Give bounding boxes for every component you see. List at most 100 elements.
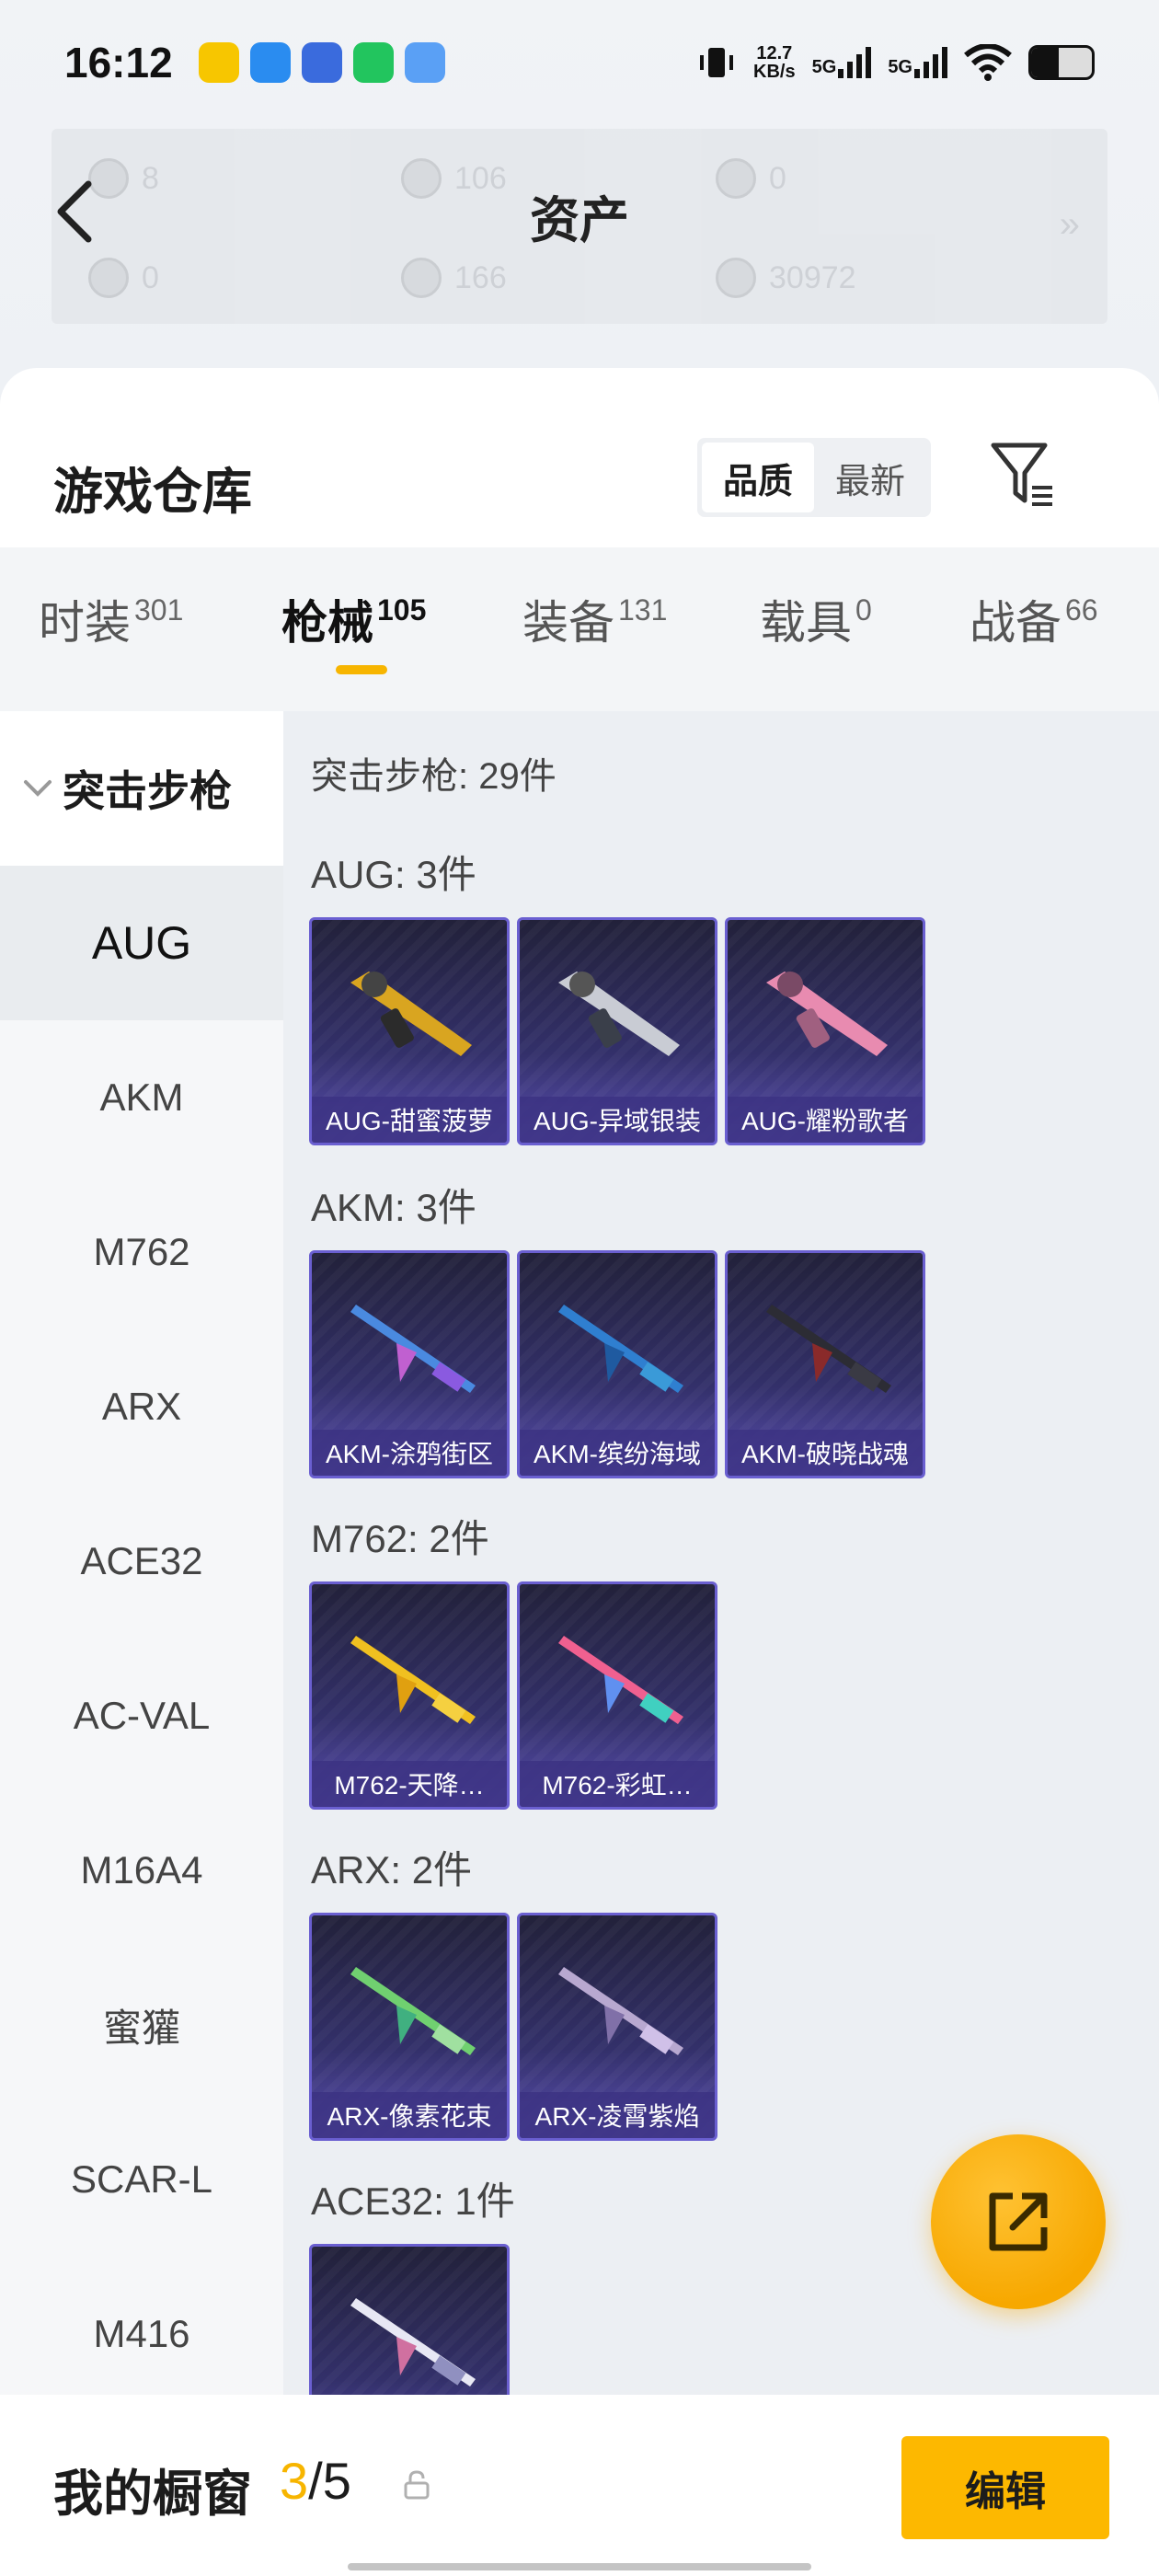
page-title: 资产 bbox=[530, 193, 629, 248]
sidebar-category-assault-rifle[interactable]: 突击步枪 bbox=[0, 711, 283, 866]
group-title-m762: M762: 2件 bbox=[311, 1517, 489, 1560]
gem-icon bbox=[401, 258, 442, 298]
skin-card[interactable] bbox=[309, 2244, 510, 2395]
app-notification-icon-2 bbox=[404, 41, 445, 83]
skin-card[interactable]: AKM-涂鸦街区 bbox=[309, 1250, 510, 1478]
sort-toggle: 品质 最新 bbox=[697, 438, 931, 517]
sidebar-item-ac-val[interactable]: AC-VAL bbox=[0, 1639, 283, 1793]
tab-vehicles-count: 0 bbox=[855, 593, 872, 627]
sidebar-item-m416[interactable]: M416 bbox=[0, 2257, 283, 2411]
signal-2-label: 5G bbox=[888, 56, 912, 77]
skin-card[interactable]: ARX-像素花束 bbox=[309, 1913, 510, 2141]
tab-fashion[interactable]: 时装 301 bbox=[39, 586, 183, 652]
asset-stat-4: 0 bbox=[88, 258, 159, 298]
skin-card[interactable]: AKM-缤纷海域 bbox=[517, 1250, 717, 1478]
notification-icons bbox=[198, 41, 445, 83]
network-speed-unit: KB/s bbox=[753, 61, 796, 82]
signal-1-icon bbox=[838, 46, 872, 78]
asset-stat-6-value: 30972 bbox=[769, 259, 856, 295]
skin-card[interactable]: AUG-异域银装 bbox=[517, 917, 717, 1145]
signal-1-label: 5G bbox=[811, 56, 837, 77]
active-tab-indicator bbox=[336, 665, 387, 674]
status-bar: 16:12 12.7 KB/s 5G 5G bbox=[0, 0, 1159, 124]
filter-icon bbox=[991, 443, 1052, 506]
battery-icon bbox=[1028, 44, 1095, 80]
signal-1: 5G bbox=[811, 46, 872, 78]
sidebar-item-arx[interactable]: ARX bbox=[0, 1329, 283, 1484]
sidebar-item-m762[interactable]: M762 bbox=[0, 1175, 283, 1329]
skin-name: AUG-耀粉歌者 bbox=[728, 1097, 923, 1143]
tab-fashion-label: 时装 bbox=[39, 597, 131, 649]
app-notification-icon bbox=[198, 41, 239, 83]
sort-latest-option[interactable]: 最新 bbox=[814, 443, 926, 512]
tab-equipment-label: 装备 bbox=[522, 597, 614, 649]
warehouse-title: 游戏仓库 bbox=[53, 465, 252, 520]
share-external-icon bbox=[989, 2192, 1048, 2251]
rifle-icon bbox=[350, 972, 472, 1056]
group-title-ace32: ACE32: 1件 bbox=[311, 2179, 515, 2223]
tab-equipment-count: 131 bbox=[618, 593, 668, 627]
tab-equipment[interactable]: 装备 131 bbox=[522, 586, 667, 652]
skin-card[interactable]: M762-彩虹… bbox=[517, 1581, 717, 1810]
wechat-notification-icon bbox=[352, 41, 394, 83]
skin-card[interactable]: AUG-甜蜜菠萝 bbox=[309, 917, 510, 1145]
asset-stat-6: 30972 bbox=[716, 258, 856, 298]
tab-fashion-count: 301 bbox=[134, 593, 184, 627]
lock-icon bbox=[404, 2470, 430, 2500]
group-title-akm: AKM: 3件 bbox=[311, 1186, 476, 1229]
share-fab[interactable] bbox=[931, 2134, 1106, 2309]
signal-2: 5G bbox=[888, 46, 947, 78]
showcase-current: 3 bbox=[280, 2452, 309, 2510]
browser-notification-icon bbox=[249, 41, 291, 83]
category-tabs: 时装 301 枪械 105 装备 131 载具 0 战备 66 bbox=[0, 547, 1159, 711]
message-notification-icon bbox=[301, 41, 342, 83]
rifle-icon bbox=[558, 1636, 683, 1724]
tab-vehicles-label: 载具 bbox=[760, 597, 852, 649]
tab-supplies-count: 66 bbox=[1065, 593, 1098, 627]
skin-name: ARX-凌霄紫焰 bbox=[520, 2092, 715, 2138]
status-indicators: 12.7 KB/s 5G 5G bbox=[696, 42, 1095, 83]
rifle-icon bbox=[766, 972, 888, 1056]
sidebar-item-scar-l[interactable]: SCAR-L bbox=[0, 2102, 283, 2257]
showcase-label: 我的橱窗 bbox=[53, 2467, 252, 2522]
skin-card[interactable]: AKM-破晓战魂 bbox=[725, 1250, 925, 1478]
group-title-arx: ARX: 2件 bbox=[311, 1848, 473, 1892]
vibrate-icon bbox=[700, 47, 734, 77]
rifle-icon bbox=[350, 1636, 476, 1724]
sort-quality-option[interactable]: 品质 bbox=[702, 443, 814, 512]
home-indicator[interactable] bbox=[348, 2563, 811, 2570]
network-speed: 12.7 KB/s bbox=[753, 44, 796, 81]
rifle-icon bbox=[558, 972, 680, 1056]
skin-name: AKM-涂鸦街区 bbox=[312, 1430, 507, 1476]
tab-supplies[interactable]: 战备 66 bbox=[970, 586, 1098, 652]
skin-card[interactable]: AUG-耀粉歌者 bbox=[725, 917, 925, 1145]
rifle-icon bbox=[558, 1305, 683, 1393]
sidebar-item-ace32[interactable]: ACE32 bbox=[0, 1484, 283, 1639]
status-time: 16:12 bbox=[64, 38, 173, 86]
rifle-icon bbox=[766, 1305, 891, 1393]
skin-name: AUG-甜蜜菠萝 bbox=[312, 1097, 507, 1143]
sidebar-item-akm[interactable]: AKM bbox=[0, 1020, 283, 1175]
asset-stat-4-value: 0 bbox=[142, 259, 159, 295]
filter-button[interactable] bbox=[990, 440, 1056, 510]
sidebar-item-m16a4[interactable]: M16A4 bbox=[0, 1793, 283, 1948]
showcase-total: /5 bbox=[308, 2452, 351, 2510]
skin-card[interactable]: ARX-凌霄紫焰 bbox=[517, 1913, 717, 2141]
asset-stat-5-value: 166 bbox=[454, 259, 507, 295]
battery-level bbox=[1031, 47, 1059, 77]
tab-firearms[interactable]: 枪械 105 bbox=[281, 586, 426, 652]
tab-vehicles[interactable]: 载具 0 bbox=[760, 586, 872, 652]
rifle-icon bbox=[350, 2298, 476, 2386]
sidebar-item-honey-badger[interactable]: 蜜獾 bbox=[0, 1948, 283, 2102]
skin-card[interactable]: M762-天降… bbox=[309, 1581, 510, 1810]
edit-button[interactable]: 编辑 bbox=[901, 2436, 1109, 2539]
showcase-count: 3/5 bbox=[280, 2451, 351, 2511]
showcase-bar: 我的橱窗 3/5 编辑 bbox=[0, 2396, 1159, 2576]
skin-name: ARX-像素花束 bbox=[312, 2092, 507, 2138]
tab-firearms-count: 105 bbox=[377, 593, 427, 627]
skin-name: AKM-破晓战魂 bbox=[728, 1430, 923, 1476]
rifle-icon bbox=[558, 1967, 683, 2055]
sidebar-item-aug[interactable]: AUG bbox=[0, 866, 283, 1020]
weapon-type-sidebar: 突击步枪 AUG AKM M762 ARX ACE32 AC-VAL M16A4… bbox=[0, 711, 283, 2395]
asset-stat-5: 166 bbox=[401, 258, 507, 298]
